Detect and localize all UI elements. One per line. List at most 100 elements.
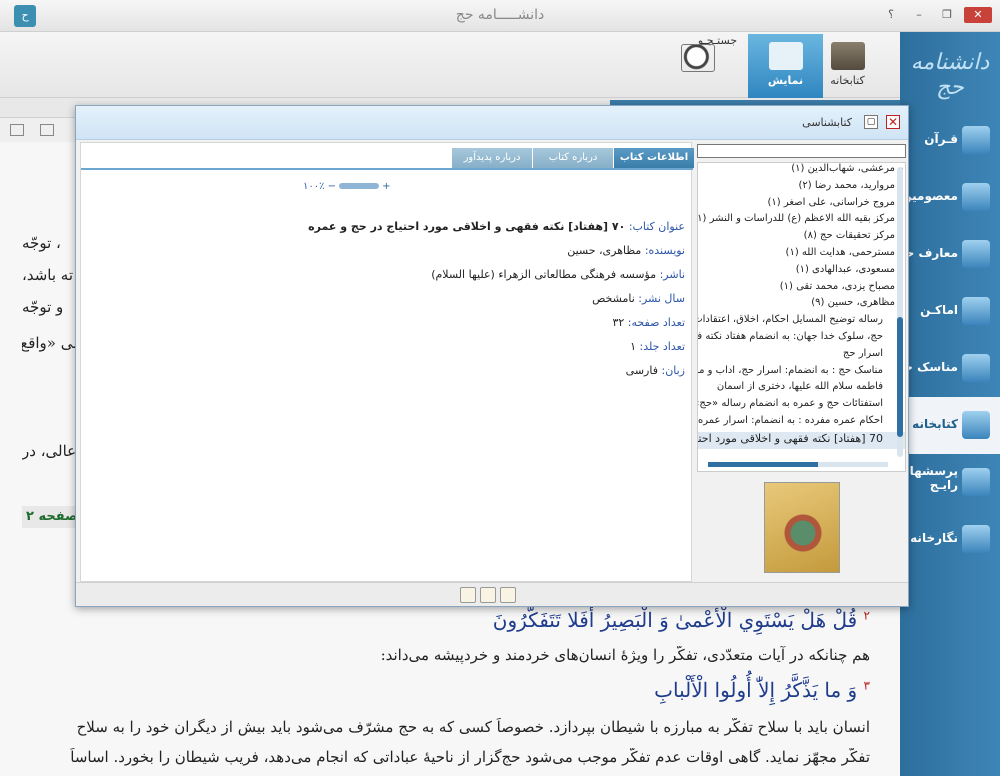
tree-node-expanded[interactable]: مظاهری، حسین (۹) [698, 297, 905, 314]
tree-leaf[interactable]: رساله توضیح المسایل احکام، اخلاق، اعتقاد… [698, 314, 905, 331]
tree-node[interactable]: مسترحمی، هدایت الله (۱) [698, 247, 905, 264]
field-value: مظاهری، حسین [567, 244, 642, 257]
scroll-thumb[interactable] [897, 317, 903, 437]
author-tree-pane: مرعشی، شهاب‌الدین (۱) مروارید، محمد رضا … [696, 142, 910, 582]
mosque-icon [962, 297, 990, 325]
verse-1: ۲ قُلْ هَلْ يَسْتَوِي الْأَعْمىٰ وَ الْب… [20, 608, 870, 632]
field-value: فارسی [625, 364, 658, 377]
paragraph-3: تفکّر مجهّز نماید. گاهی اوقات عدم تفکّر … [70, 748, 870, 766]
tree-node[interactable]: مصباح یزدی، محمد تقی (۱) [698, 281, 905, 298]
field-key: تعداد جلد: [639, 340, 685, 353]
main-sidebar: دانشنامه حج قـرآن معصومین معارف حج اماکـ… [898, 32, 1000, 776]
shrine-icon [962, 183, 990, 211]
tree-leaf[interactable]: استفتائات حج و عمره به انضمام رساله «حج» [698, 398, 905, 415]
window-controls: ؟ – ❐ ✕ [880, 7, 992, 23]
tree-node[interactable]: مروارید، محمد رضا (۲) [698, 180, 905, 197]
print-icon[interactable] [460, 587, 476, 603]
tree-node[interactable]: مسعودی، عبدالهادی (۱) [698, 264, 905, 281]
tree-leaf[interactable]: احکام عمره مفرده : به انضمام: اسرار عمره… [698, 415, 905, 432]
verse-1-text: قُلْ هَلْ يَسْتَوِي الْأَعْمىٰ وَ الْبَص… [492, 608, 858, 632]
window-title: دانشـــــامه حج [455, 7, 545, 23]
dialog-title: کتابشناسی [802, 116, 852, 129]
field-author: نویسنده: مظاهری، حسین [125, 239, 685, 263]
tab-display[interactable]: نمایش [748, 34, 823, 98]
tree-leaf[interactable]: حج، سلوک خدا جهان: به انضمام هفتاد نکته … [698, 331, 905, 348]
author-tree[interactable]: مرعشی، شهاب‌الدین (۱) مروارید، محمد رضا … [697, 162, 906, 472]
tree-search-input[interactable] [697, 144, 906, 158]
tree-horizontal-scrollbar[interactable] [708, 462, 888, 467]
tree-node[interactable]: مرکز تحقیقات حج (۸) [698, 230, 905, 247]
tree-node[interactable]: مرکز بقیه الله الاعظم (ع) للدراسات و الن… [698, 213, 905, 230]
text-fragment: و توجّه [22, 298, 64, 316]
text-fragment: ، توجّه [22, 234, 61, 252]
text-fragment: ته باشد، [22, 266, 74, 284]
field-value: ۳۲ [612, 316, 625, 329]
zoom-in-icon[interactable]: + [382, 181, 390, 192]
dialog-footer [76, 582, 908, 606]
sidebar-item-rituals[interactable]: مناسک حج [898, 340, 1000, 397]
open-book-icon [962, 240, 990, 268]
tree-node[interactable]: مرعشی، شهاب‌الدین (۱) [698, 163, 905, 180]
text-fragment: الی «واقع [22, 334, 82, 352]
field-volumes: تعداد جلد: ۱ [125, 335, 685, 359]
tab-display-label: نمایش [767, 74, 804, 87]
dialog-title-bar: کتابشناسی ▢ ✕ [76, 106, 908, 140]
dialog-close-icon[interactable]: ✕ [886, 115, 900, 129]
tree-leaf-selected[interactable]: 70 [هفتاد] نکته فقهی و اخلاقی مورد احتیا… [698, 431, 905, 449]
tab-search[interactable]: جستـجـو [680, 34, 755, 98]
zoom-slider[interactable] [339, 183, 380, 189]
field-key: ناشر: [659, 268, 685, 281]
books-icon [830, 42, 865, 70]
field-value: نامشخص [592, 292, 635, 305]
help-button[interactable]: ؟ [880, 7, 902, 23]
tab-about-book[interactable]: درباره کتاب [533, 148, 613, 168]
sidebar-item-maaref[interactable]: معارف حج [898, 226, 1000, 283]
zoom-control[interactable]: ۱۰۰٪ − + [303, 181, 390, 192]
text-fragment: عالی، در [22, 442, 77, 460]
tab-about-author[interactable]: درباره پدیدآور [452, 148, 532, 168]
gallery-icon [962, 525, 990, 553]
tree-leaf[interactable]: مناسک حج : به انضمام: اسرار حج، آداب و م… [698, 365, 905, 382]
page-icon[interactable] [500, 587, 516, 603]
tab-book-info[interactable]: اطلاعات کتاب [614, 148, 694, 168]
print-icon[interactable] [40, 124, 54, 136]
restore-icon[interactable]: ❐ [936, 7, 958, 23]
tool-icon[interactable] [10, 124, 24, 136]
field-value: ۱ [630, 340, 636, 353]
book-info-pane: اطلاعات کتاب درباره کتاب درباره پدیدآور … [80, 142, 694, 582]
field-value: ۷۰ [هفتاد] نکته فقهی و اخلاقی مورد احتیا… [308, 220, 626, 233]
verse-1-ref: ۲ [863, 608, 870, 623]
field-key: زبان: [661, 364, 685, 377]
sidebar-item-masumin[interactable]: معصومین [900, 169, 1000, 226]
info-tabs: اطلاعات کتاب درباره کتاب درباره پدیدآور [451, 148, 694, 168]
sidebar-item-quran[interactable]: قـرآن [900, 112, 1000, 169]
tree-leaf[interactable]: اسرار حج [698, 348, 905, 365]
quran-icon [962, 126, 990, 154]
minimize-icon[interactable]: – [908, 7, 930, 23]
field-key: سال نشر: [638, 292, 685, 305]
book-fields: عنوان کتاب: ۷۰ [هفتاد] نکته فقهی و اخلاق… [125, 215, 685, 383]
tree-leaf[interactable]: فاطمه سلام الله علیها، دختری از آسمان [698, 381, 905, 398]
sidebar-item-gallery[interactable]: نگارخانه [900, 511, 1000, 568]
maximize-icon[interactable]: ▢ [864, 115, 878, 129]
tree-vertical-scrollbar[interactable] [897, 167, 903, 457]
export-icon[interactable] [480, 587, 496, 603]
field-pages: تعداد صفحه: ۳۲ [125, 311, 685, 335]
zoom-level: ۱۰۰٪ [303, 181, 325, 192]
title-bar: ح دانشـــــامه حج ؟ – ❐ ✕ [0, 0, 1000, 32]
books-icon [962, 411, 990, 439]
document-icon [768, 42, 803, 70]
tree-node[interactable]: مروج خراسانی، علی اصغر (۱) [698, 197, 905, 214]
field-value: مؤسسه فرهنگی مطالعاتی الزهراء (علیها الس… [431, 268, 657, 281]
field-year: سال نشر: نامشخص [125, 287, 685, 311]
sidebar-item-faq[interactable]: پرسشهای رایـج [899, 454, 1000, 511]
verse-2: ۳ وَ ما يَذَّكَّرُ إِلاّٰ أُولُوا الْأَل… [20, 678, 870, 702]
brand-logo: دانشنامه حج [910, 50, 990, 100]
sidebar-item-places[interactable]: اماکـن [900, 283, 1000, 340]
book-cover-image [764, 482, 840, 573]
field-key: نویسنده: [644, 244, 685, 257]
zoom-out-icon[interactable]: − [328, 181, 336, 192]
sidebar-item-library[interactable]: کتابخانه [904, 397, 1000, 454]
scroll-thumb[interactable] [708, 462, 818, 467]
close-icon[interactable]: ✕ [964, 7, 992, 23]
